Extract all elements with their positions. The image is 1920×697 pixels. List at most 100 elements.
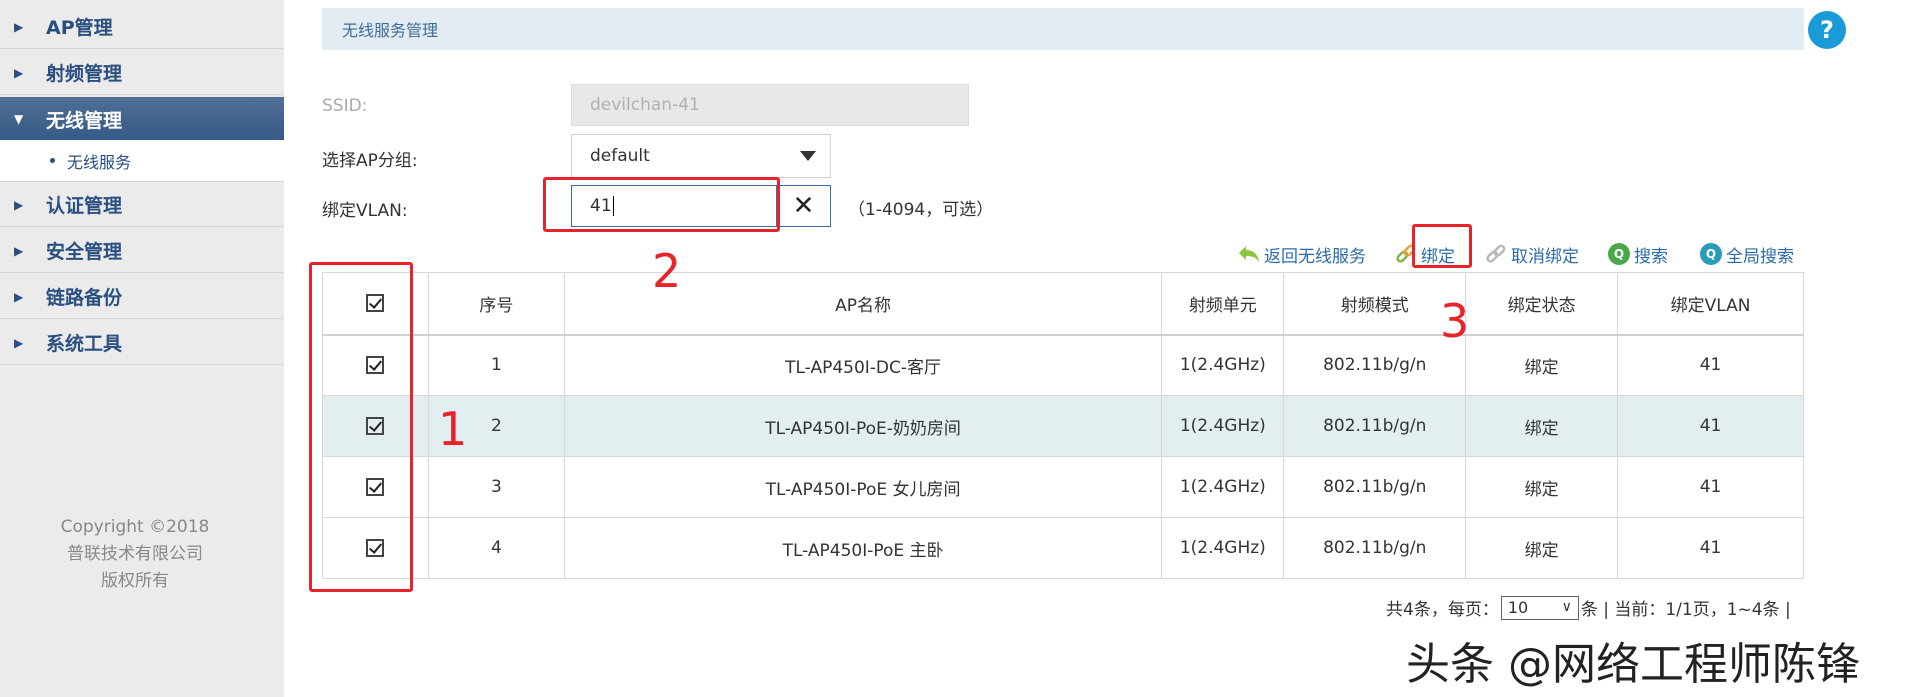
table-row[interactable]: 1 TL-AP450I-DC-客厅 1(2.4GHz) 802.11b/g/n … bbox=[322, 334, 1804, 396]
table-cell: 1(2.4GHz) bbox=[1161, 456, 1285, 518]
vlan-label: 绑定VLAN: bbox=[322, 201, 408, 221]
sidebar-item-auth[interactable]: ▶ 认证管理 bbox=[0, 183, 284, 227]
checkbox-checked-icon bbox=[366, 417, 385, 435]
table-cell: 1(2.4GHz) bbox=[1161, 334, 1285, 396]
table-cell: 绑定 bbox=[1465, 456, 1619, 518]
sidebar-item-label: 系统工具 bbox=[46, 333, 123, 355]
table-cell: 41 bbox=[1617, 334, 1804, 396]
table-cell: TL-AP450I-PoE 女儿房间 bbox=[563, 456, 1163, 518]
sidebar-item-label: 射频管理 bbox=[46, 63, 123, 85]
table-cell: TL-AP450I-PoE 主卧 bbox=[563, 517, 1163, 579]
chevron-down-icon bbox=[800, 151, 816, 161]
sidebar-item-radio[interactable]: ▶ 射频管理 bbox=[0, 51, 284, 95]
return-arrow-icon bbox=[1238, 243, 1260, 265]
row-checkbox[interactable] bbox=[322, 334, 429, 396]
caret-right-icon: ▶ bbox=[14, 197, 24, 212]
ap-group-select[interactable]: default bbox=[571, 134, 831, 178]
global-search-button[interactable]: Q 全局搜索 bbox=[1700, 240, 1794, 268]
table-row[interactable]: 4 TL-AP450I-PoE 主卧 1(2.4GHz) 802.11b/g/n… bbox=[322, 517, 1804, 579]
caret-right-icon: ▶ bbox=[14, 19, 24, 34]
table-cell: 绑定 bbox=[1465, 517, 1619, 579]
ap-table: 序号 AP名称 射频单元 射频模式 绑定状态 绑定VLAN 1 TL-AP450… bbox=[322, 272, 1804, 579]
sidebar-item-link-backup[interactable]: ▶ 链路备份 bbox=[0, 275, 284, 319]
table-cell: TL-AP450I-DC-客厅 bbox=[563, 334, 1163, 396]
column-header: 射频单元 bbox=[1161, 272, 1285, 336]
unlink-icon bbox=[1485, 243, 1507, 265]
caret-right-icon: ▶ bbox=[14, 289, 24, 304]
checkbox-checked-icon bbox=[366, 356, 385, 375]
sidebar-subitem-label: 无线服务 bbox=[67, 152, 132, 172]
annotation-number: 3 bbox=[1440, 294, 1470, 348]
vlan-value: 41 bbox=[590, 196, 612, 216]
back-to-wireless-service-button[interactable]: 返回无线服务 bbox=[1238, 240, 1366, 268]
back-label: 返回无线服务 bbox=[1264, 246, 1366, 267]
sidebar-item-ap[interactable]: ▶ AP管理 bbox=[0, 5, 284, 49]
sidebar-item-security[interactable]: ▶ 安全管理 bbox=[0, 229, 284, 273]
table-cell: 802.11b/g/n bbox=[1283, 334, 1467, 396]
sidebar-subitem-wireless-service[interactable]: 无线服务 bbox=[0, 140, 284, 182]
sidebar-item-wireless[interactable]: ▼ 无线管理 bbox=[0, 97, 284, 141]
sidebar-item-system-tools[interactable]: ▶ 系统工具 bbox=[0, 321, 284, 365]
unbind-label: 取消绑定 bbox=[1511, 246, 1579, 267]
table-cell: 绑定 bbox=[1465, 334, 1619, 396]
per-page-select[interactable]: 10 ∨ bbox=[1500, 595, 1579, 620]
ssid-label: SSID: bbox=[322, 96, 368, 116]
chevron-down-icon: ∨ bbox=[1561, 598, 1572, 615]
caret-down-icon: ▼ bbox=[14, 112, 24, 126]
table-cell: 802.11b/g/n bbox=[1283, 395, 1467, 457]
row-checkbox[interactable] bbox=[322, 456, 429, 518]
column-header: 绑定VLAN bbox=[1617, 272, 1804, 336]
sidebar-item-label: 无线管理 bbox=[46, 109, 123, 132]
vlan-input[interactable]: 41 bbox=[571, 185, 777, 227]
select-all-checkbox[interactable] bbox=[322, 272, 429, 336]
global-search-label: 全局搜索 bbox=[1726, 246, 1794, 267]
table-row[interactable]: 2 TL-AP450I-PoE-奶奶房间 1(2.4GHz) 802.11b/g… bbox=[322, 395, 1804, 457]
bullet-icon bbox=[50, 158, 55, 163]
pager-suffix: 条 | 当前：1/1页，1~4条 | bbox=[1580, 600, 1791, 620]
copyright-line: 普联技术有限公司 bbox=[67, 544, 203, 564]
copyright-line: Copyright ©2018 bbox=[60, 517, 210, 537]
watermark: 头条 @网络工程师陈锋 bbox=[1406, 639, 1860, 690]
row-checkbox[interactable] bbox=[322, 517, 429, 579]
table-cell: 41 bbox=[1617, 517, 1804, 579]
sidebar-item-label: 链路备份 bbox=[46, 287, 123, 309]
clear-icon[interactable]: ✕ bbox=[777, 185, 831, 227]
table-cell: 802.11b/g/n bbox=[1283, 517, 1467, 579]
annotation-number: 1 bbox=[438, 402, 468, 456]
caret-right-icon: ▶ bbox=[14, 65, 24, 80]
table-cell: 802.11b/g/n bbox=[1283, 456, 1467, 518]
annotation-number: 2 bbox=[652, 244, 682, 298]
row-checkbox[interactable] bbox=[322, 395, 429, 457]
caret-right-icon: ▶ bbox=[14, 243, 24, 258]
search-icon: Q bbox=[1608, 243, 1630, 265]
page-title: 无线服务管理 bbox=[322, 8, 1804, 50]
table-cell: 1(2.4GHz) bbox=[1161, 395, 1285, 457]
unbind-button[interactable]: 取消绑定 bbox=[1485, 240, 1579, 268]
text-cursor bbox=[612, 196, 614, 216]
table-header-row: 序号 AP名称 射频单元 射频模式 绑定状态 绑定VLAN bbox=[322, 272, 1804, 336]
table-cell: TL-AP450I-PoE-奶奶房间 bbox=[563, 395, 1163, 457]
caret-right-icon: ▶ bbox=[14, 335, 24, 350]
table-cell: 3 bbox=[427, 456, 565, 518]
checkbox-checked-icon bbox=[366, 294, 385, 313]
checkbox-checked-icon bbox=[366, 539, 385, 557]
sidebar-item-label: AP管理 bbox=[46, 17, 113, 39]
bind-button[interactable]: 绑定 bbox=[1395, 240, 1455, 268]
table-cell: 41 bbox=[1617, 395, 1804, 457]
vlan-hint: （1-4094，可选） bbox=[848, 200, 994, 220]
table-row[interactable]: 3 TL-AP450I-PoE 女儿房间 1(2.4GHz) 802.11b/g… bbox=[322, 456, 1804, 518]
help-icon[interactable]: ? bbox=[1808, 11, 1846, 49]
copyright: Copyright ©2018 普联技术有限公司 版权所有 bbox=[0, 514, 270, 595]
column-header: 序号 bbox=[427, 272, 565, 336]
copyright-line: 版权所有 bbox=[101, 571, 169, 591]
table-cell: 1(2.4GHz) bbox=[1161, 517, 1285, 579]
search-button[interactable]: Q 搜索 bbox=[1608, 240, 1668, 268]
per-page-value: 10 bbox=[1507, 598, 1529, 617]
sidebar-item-label: 安全管理 bbox=[46, 241, 123, 263]
table-cell: 绑定 bbox=[1465, 395, 1619, 457]
ap-group-value: default bbox=[590, 146, 650, 166]
column-header: 射频模式 bbox=[1283, 272, 1467, 336]
table-cell: 1 bbox=[427, 334, 565, 396]
global-search-icon: Q bbox=[1700, 243, 1722, 265]
ap-group-label: 选择AP分组: bbox=[322, 151, 418, 171]
